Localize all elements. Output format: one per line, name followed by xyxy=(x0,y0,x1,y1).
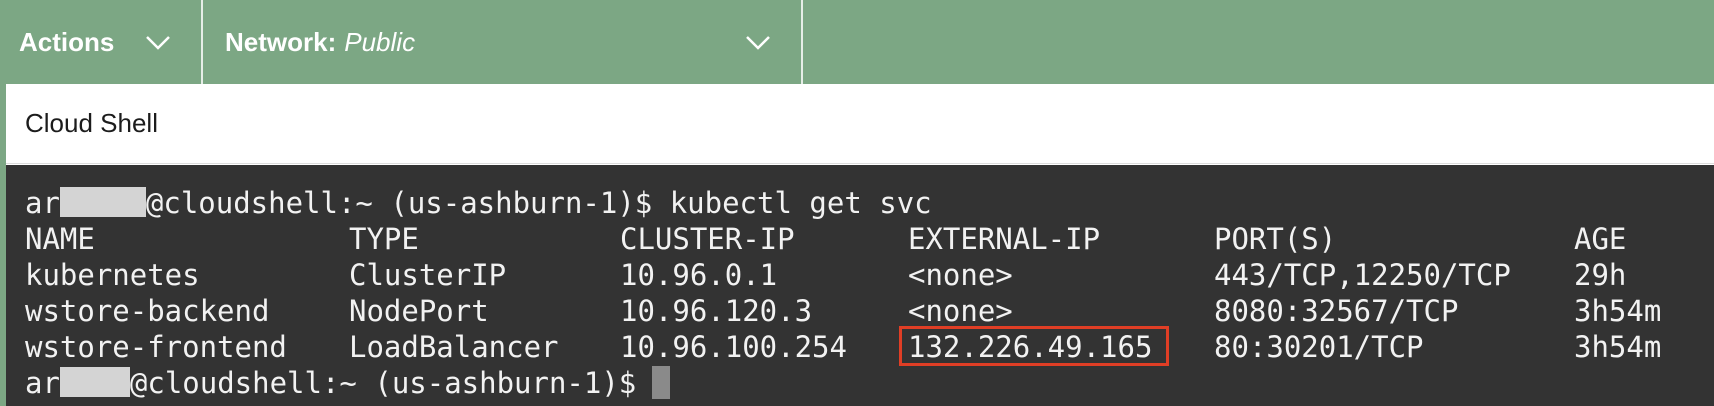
cloud-shell-page: Actions Network: Public Cloud Shell ar @cl… xyxy=(0,0,1714,406)
header-external-ip: EXTERNAL-IP xyxy=(908,222,1101,256)
row-external-ip: <none> xyxy=(908,294,1013,328)
header-type: TYPE xyxy=(349,222,419,256)
prompt-user-prefix: ar xyxy=(25,186,60,220)
row-name: wstore-backend xyxy=(25,294,270,328)
terminal-cursor xyxy=(652,366,671,399)
row-age: 3h54m xyxy=(1574,330,1662,364)
actions-label: Actions xyxy=(19,26,115,57)
row-ports: 80:30201/TCP xyxy=(1214,330,1424,364)
row-external-ip-cell: 132.226.49.165 xyxy=(898,326,1214,366)
network-selector[interactable]: Network: Public xyxy=(203,0,803,84)
chevron-down-icon xyxy=(145,27,171,58)
network-value: Public xyxy=(344,26,416,57)
top-toolbar: Actions Network: Public xyxy=(0,0,1714,84)
row-age: 3h54m xyxy=(1574,294,1662,328)
terminal-command-line: ar @cloudshell:~ (us-ashburn-1)$ kubectl … xyxy=(25,185,1714,221)
row-type: NodePort xyxy=(349,294,489,328)
row-external-ip: <none> xyxy=(908,258,1013,292)
chevron-down-icon xyxy=(745,27,771,58)
panel-title: Cloud Shell xyxy=(6,84,1714,164)
row-type: LoadBalancer xyxy=(349,330,559,364)
row-name: kubernetes xyxy=(25,258,200,292)
network-label: Network: xyxy=(225,26,337,57)
header-name: NAME xyxy=(25,222,95,256)
row-cluster-ip: 10.96.100.254 xyxy=(620,330,847,364)
terminal[interactable]: ar @cloudshell:~ (us-ashburn-1)$ kubectl … xyxy=(6,165,1714,406)
row-type: ClusterIP xyxy=(349,258,507,292)
prompt-user-prefix: ar xyxy=(25,366,60,400)
header-cluster-ip: CLUSTER-IP xyxy=(620,222,795,256)
table-row: wstore-frontend LoadBalancer 10.96.100.2… xyxy=(25,326,1714,366)
row-name: wstore-frontend xyxy=(25,330,287,364)
cloud-shell-panel: Cloud Shell ar @cloudshell:~ (us-ashburn-… xyxy=(6,84,1714,406)
header-age: AGE xyxy=(1574,222,1627,256)
prompt-host: @cloudshell:~ (us-ashburn-1)$ xyxy=(145,186,670,220)
table-row: kubernetes ClusterIP 10.96.0.1 <none> 44… xyxy=(25,257,1714,293)
table-header-row: NAME TYPE CLUSTER-IP EXTERNAL-IP PORT(S)… xyxy=(25,221,1714,257)
network-display: Network: Public xyxy=(225,27,415,58)
redacted-username xyxy=(59,187,146,217)
redacted-username xyxy=(59,367,130,397)
actions-menu[interactable]: Actions xyxy=(0,0,203,84)
highlighted-external-ip: 132.226.49.165 xyxy=(898,326,1170,366)
row-age: 29h xyxy=(1574,258,1627,292)
row-cluster-ip: 10.96.0.1 xyxy=(620,258,778,292)
terminal-prompt-line: ar @cloudshell:~ (us-ashburn-1)$ xyxy=(25,365,1714,401)
table-row: wstore-backend NodePort 10.96.120.3 <non… xyxy=(25,293,1714,329)
prompt-host: @cloudshell:~ (us-ashburn-1)$ xyxy=(129,366,637,400)
row-cluster-ip: 10.96.120.3 xyxy=(620,294,813,328)
header-ports: PORT(S) xyxy=(1214,222,1337,256)
row-ports: 8080:32567/TCP xyxy=(1214,294,1459,328)
row-ports: 443/TCP,12250/TCP xyxy=(1214,258,1511,292)
terminal-command: kubectl get svc xyxy=(669,186,932,220)
